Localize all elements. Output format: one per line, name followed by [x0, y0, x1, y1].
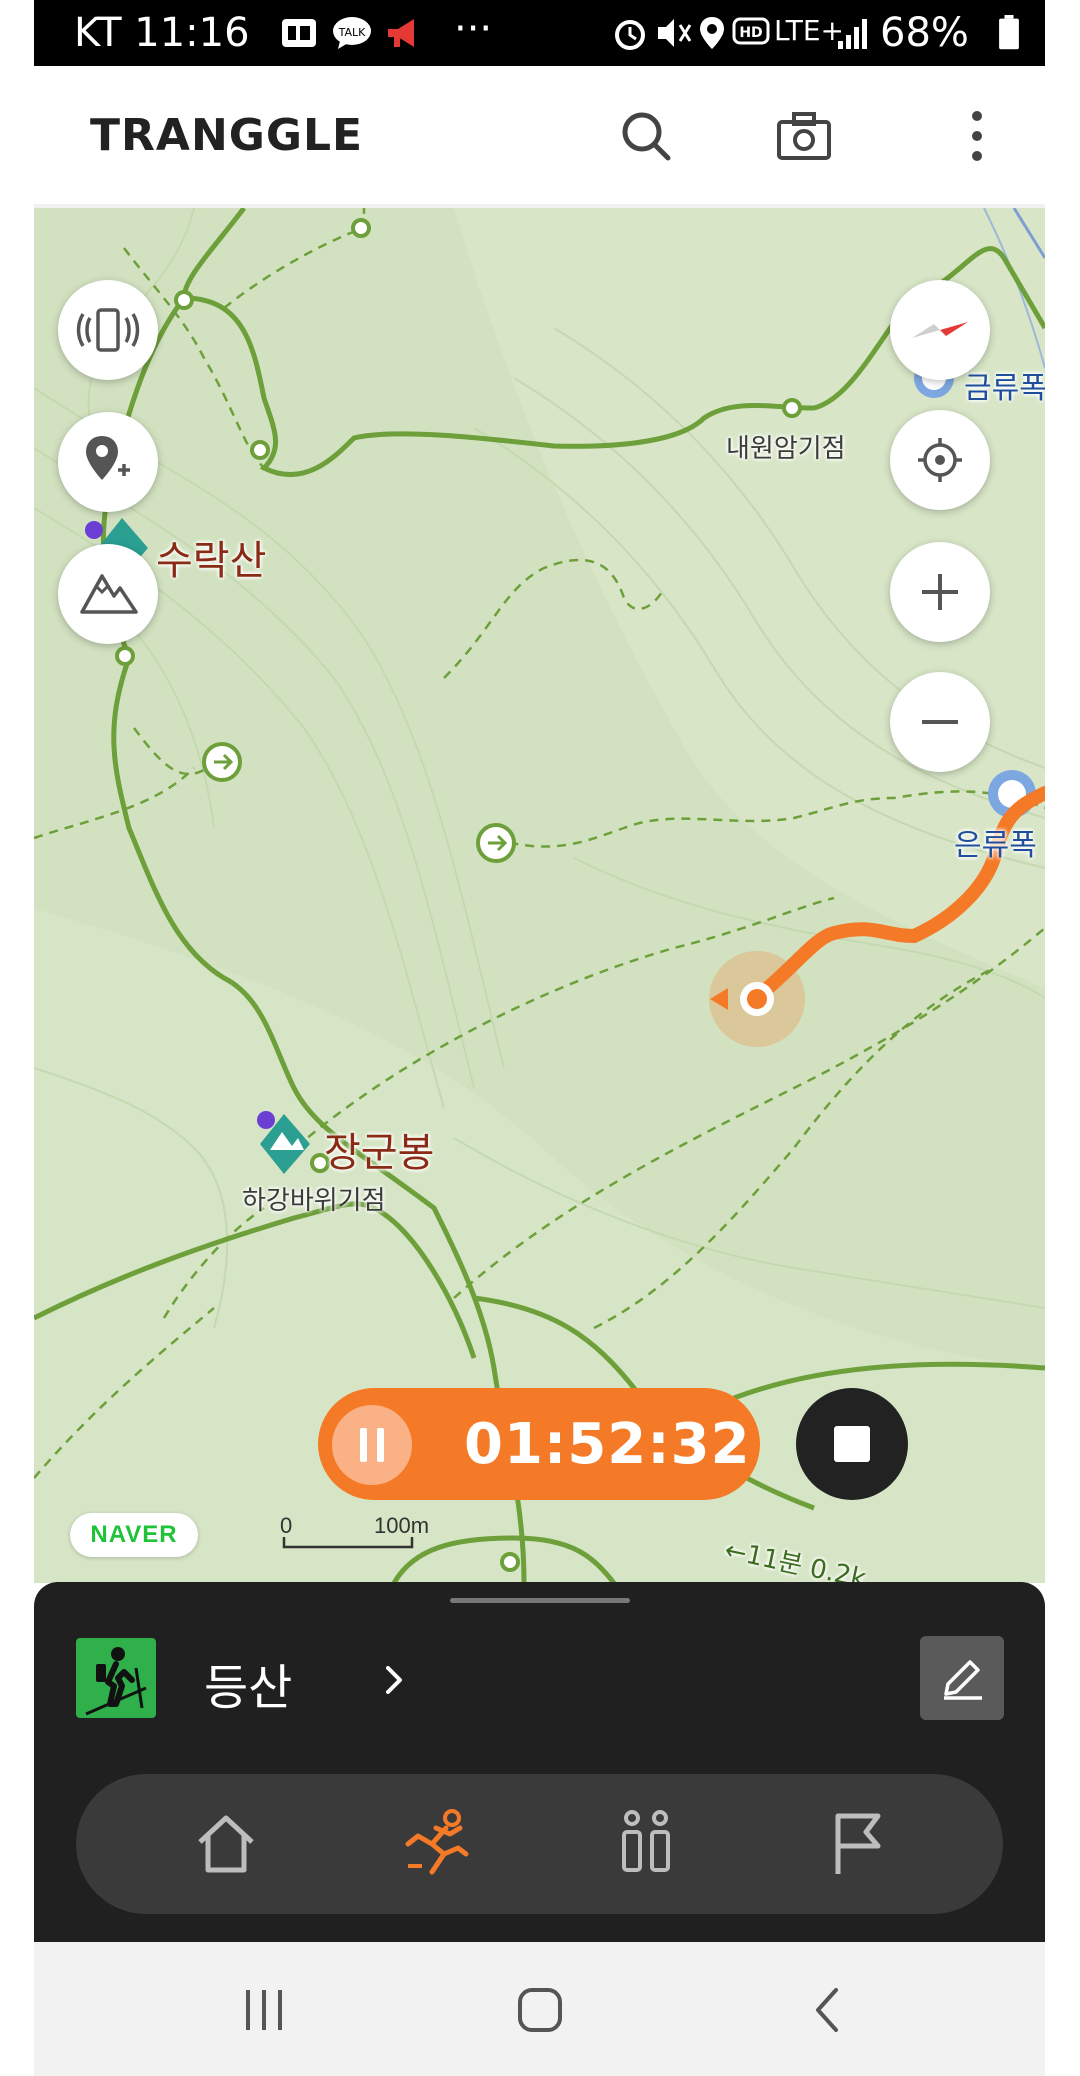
- svg-text:HD: HD: [739, 25, 762, 41]
- stop-icon: [834, 1426, 870, 1462]
- add-pin-icon: [86, 436, 130, 480]
- search-icon[interactable]: [616, 106, 676, 166]
- status-carrier-time: KT 11:16: [74, 10, 250, 56]
- compass-button[interactable]: [890, 280, 990, 380]
- bottom-panel: 등산: [34, 1582, 1045, 1942]
- more-menu-icon[interactable]: [962, 106, 992, 166]
- pause-button[interactable]: [332, 1405, 412, 1485]
- back-nav-icon[interactable]: [800, 1980, 860, 2040]
- status-battery-text: 68%: [880, 10, 969, 56]
- recent-apps-icon[interactable]: [234, 1980, 294, 2040]
- terrain-layer-button[interactable]: [58, 544, 158, 644]
- mute-icon: [658, 19, 692, 47]
- chevron-right-icon[interactable]: [374, 1660, 414, 1700]
- app-logo: TRANGGLE: [90, 110, 364, 161]
- zoom-in-button[interactable]: [890, 542, 990, 642]
- peak-label-suraksan[interactable]: 수락산: [156, 528, 266, 586]
- vibration-button[interactable]: [58, 280, 158, 380]
- app-frame: KT 11:16 TALK ··· HD LTE+ 68% TRANGGLE 수…: [34, 0, 1045, 2076]
- naver-logo: NAVER: [70, 1513, 198, 1557]
- system-nav-bar: [34, 1942, 1045, 2076]
- map-view[interactable]: 수락산 장군봉 내원암기점 하강바위기점 금류폭 은류폭 ←11분 0.2k 0…: [34, 208, 1045, 1583]
- scale-bar: [282, 1537, 414, 1549]
- signal-icon: [838, 19, 867, 49]
- edit-button[interactable]: [920, 1636, 1004, 1720]
- notification-icon: [282, 19, 316, 47]
- hd-icon: HD: [732, 17, 770, 45]
- status-bar: KT 11:16 TALK ··· HD LTE+ 68%: [34, 0, 1045, 66]
- place-label-haganbawi[interactable]: 하강바위기점: [242, 1180, 386, 1217]
- map-scale: 0 100m: [244, 1513, 429, 1555]
- add-pin-button[interactable]: [58, 412, 158, 512]
- stop-button[interactable]: [796, 1388, 908, 1500]
- place-label-naewonam[interactable]: 내원암기점: [726, 428, 846, 465]
- tab-flag-icon[interactable]: [816, 1804, 896, 1884]
- tab-bar: [76, 1774, 1003, 1914]
- pencil-icon: [944, 1660, 982, 1700]
- activity-type[interactable]: 등산: [204, 1648, 292, 1718]
- locate-me-button[interactable]: [890, 410, 990, 510]
- tab-people-icon[interactable]: [606, 1804, 686, 1884]
- location-icon: [700, 17, 724, 49]
- zoom-out-button[interactable]: [890, 672, 990, 772]
- compass-icon: [912, 322, 968, 338]
- place-label-eunryu[interactable]: 은류폭: [954, 820, 1037, 864]
- pause-icon-bar-left: [360, 1428, 367, 1462]
- camera-icon[interactable]: [774, 106, 834, 166]
- drag-handle[interactable]: [450, 1598, 630, 1603]
- hiking-icon: [76, 1638, 156, 1718]
- plus-icon: [922, 574, 958, 610]
- alarm-icon: [615, 20, 645, 50]
- crosshair-icon: [918, 438, 962, 482]
- battery-icon: [999, 15, 1019, 50]
- minus-icon: [922, 720, 958, 724]
- pause-icon-bar-right: [377, 1428, 384, 1462]
- talk-icon: TALK: [333, 17, 371, 49]
- tab-home-icon[interactable]: [186, 1804, 266, 1884]
- home-nav-icon[interactable]: [510, 1980, 570, 2040]
- megaphone-icon: [388, 19, 414, 47]
- app-header: TRANGGLE: [34, 66, 1045, 208]
- mountain-icon: [80, 574, 138, 614]
- tab-activity-icon[interactable]: [396, 1804, 476, 1884]
- status-more: ···: [454, 6, 493, 52]
- svg-text:TALK: TALK: [338, 26, 367, 39]
- peak-label-janggunbong[interactable]: 장군봉: [324, 1120, 434, 1178]
- elapsed-time: 01:52:32: [464, 1412, 751, 1477]
- vibration-icon: [76, 308, 140, 352]
- tracking-timer: 01:52:32: [318, 1388, 760, 1500]
